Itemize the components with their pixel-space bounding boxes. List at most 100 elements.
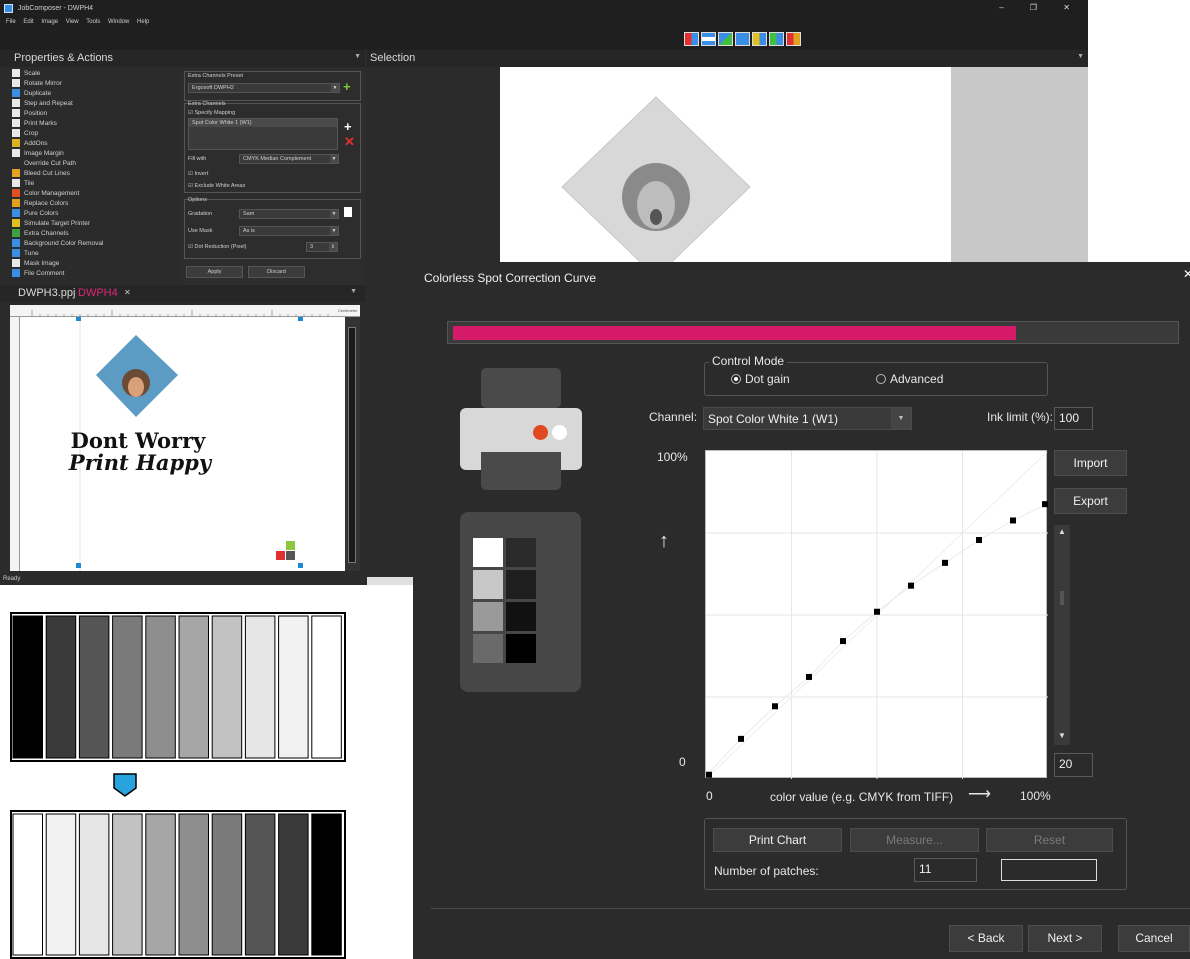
window-controls[interactable]: – ❐ ✕	[999, 3, 1082, 12]
menu-view[interactable]: View	[66, 19, 79, 25]
back-button[interactable]: < Back	[949, 925, 1023, 952]
action-item[interactable]: Step and Repeat	[12, 98, 73, 108]
action-icon	[12, 139, 20, 147]
curve-point[interactable]	[908, 582, 914, 589]
document-canvas[interactable]: Dont Worry Print Happy	[20, 317, 345, 571]
remove-channel-icon[interactable]: ✕	[344, 134, 355, 150]
action-item[interactable]: File Comment	[12, 268, 64, 278]
action-item[interactable]: Tune	[12, 248, 39, 258]
curve-point[interactable]	[976, 537, 982, 544]
specify-mapping-checkbox[interactable]: ☑ Specify Mapping	[188, 110, 235, 116]
chevron-down-icon[interactable]: ▼	[1077, 53, 1084, 60]
action-item[interactable]: Crop	[12, 128, 38, 138]
menu-window[interactable]: Window	[108, 19, 129, 25]
discard-button[interactable]: Discard	[248, 266, 305, 278]
close-icon[interactable]: ✕	[1183, 267, 1190, 281]
preview-icon[interactable]	[735, 32, 750, 46]
exclude-white-checkbox[interactable]: ☑ Exclude White Areas	[188, 183, 245, 189]
selection-handle[interactable]	[298, 317, 303, 321]
curve-point[interactable]	[738, 735, 744, 742]
scroll-down-icon[interactable]: ▼	[1058, 731, 1066, 740]
gradation-select[interactable]: Sam ▼	[239, 209, 339, 219]
use-mask-value: As is	[243, 228, 255, 234]
scroll-value-input[interactable]: 20	[1054, 753, 1093, 777]
add-channel-icon[interactable]: +	[344, 119, 352, 134]
next-button[interactable]: Next >	[1028, 925, 1102, 952]
action-item[interactable]: Simulate Target Printer	[12, 218, 90, 228]
action-item[interactable]: AddOns	[12, 138, 48, 148]
chevron-down-icon[interactable]: ▼	[350, 288, 357, 295]
close-icon[interactable]: ✕	[124, 288, 131, 297]
cancel-button[interactable]: Cancel	[1118, 925, 1190, 952]
print-chart-button[interactable]: Print Chart	[713, 828, 842, 852]
action-item[interactable]: Rotate Mirror	[12, 78, 62, 88]
document-scrollbar[interactable]	[345, 317, 360, 571]
action-item[interactable]: Override Cut Path	[12, 158, 76, 168]
measure-button[interactable]: Measure...	[850, 828, 979, 852]
dot-gain-radio[interactable]: Dot gain	[731, 372, 790, 386]
menu-help[interactable]: Help	[137, 19, 149, 25]
menu-tools[interactable]: Tools	[86, 19, 100, 25]
curve-point[interactable]	[942, 559, 948, 566]
curve-point[interactable]	[874, 608, 880, 615]
dot-reduction-checkbox[interactable]: ☑ Dot Reduction (Pixel)	[188, 244, 246, 250]
action-item[interactable]: Bleed Cut Lines	[12, 168, 70, 178]
chevron-down-icon[interactable]: ▼	[354, 53, 361, 60]
curve-scrollbar[interactable]: ▲ ▼	[1054, 525, 1070, 745]
stepper-arrows-icon[interactable]: ⇕	[329, 243, 337, 251]
selection-handle[interactable]	[298, 563, 303, 568]
color-icon[interactable]	[786, 32, 801, 46]
action-item[interactable]: Tile	[12, 178, 34, 188]
menu-image[interactable]: Image	[41, 19, 58, 25]
patches-input[interactable]: 11	[914, 858, 977, 882]
scroll-up-icon[interactable]: ▲	[1058, 527, 1066, 536]
edit-gradation-icon[interactable]	[344, 207, 352, 217]
menu-file[interactable]: File	[6, 19, 16, 25]
channels-icon[interactable]	[701, 32, 716, 46]
scroll-thumb[interactable]	[1060, 591, 1064, 605]
action-item[interactable]: Scale	[12, 68, 40, 78]
action-item[interactable]: Replace Colors	[12, 198, 68, 208]
curve-point[interactable]	[806, 673, 812, 680]
edit-icon[interactable]	[718, 32, 733, 46]
action-item[interactable]: Color Management	[12, 188, 79, 198]
curve-point[interactable]	[706, 771, 712, 778]
action-item[interactable]: Duplicate	[12, 88, 51, 98]
print-icon[interactable]	[769, 32, 784, 46]
curve-graph[interactable]	[705, 450, 1048, 779]
ink-limit-input[interactable]: 100	[1054, 407, 1093, 430]
invert-checkbox[interactable]: ☑ Invert	[188, 171, 208, 177]
menu-edit[interactable]: Edit	[23, 19, 33, 25]
action-item[interactable]: Pure Colors	[12, 208, 58, 218]
reset-button[interactable]: Reset	[986, 828, 1113, 852]
use-mask-select[interactable]: As is ▼	[239, 226, 339, 236]
channels-listbox[interactable]: Spot Color White 1 (W1)	[188, 118, 338, 150]
preset-select[interactable]: Ergosoft DWPH2 ▼	[188, 83, 340, 93]
channel-list-item[interactable]: Spot Color White 1 (W1)	[189, 119, 337, 127]
curve-point[interactable]	[840, 638, 846, 645]
fill-with-select[interactable]: CMYK Median Complement ▼	[239, 154, 339, 164]
tab-dwph4[interactable]: DWPH4	[78, 287, 118, 299]
add-preset-icon[interactable]: +	[343, 79, 351, 94]
action-item[interactable]: Print Marks	[12, 118, 57, 128]
advanced-radio[interactable]: Advanced	[876, 372, 943, 386]
curve-point[interactable]	[772, 703, 778, 710]
image-icon[interactable]	[752, 32, 767, 46]
curve-point[interactable]	[1042, 501, 1048, 508]
selection-handle[interactable]	[76, 317, 81, 321]
selection-handle[interactable]	[76, 563, 81, 568]
action-item[interactable]: Extra Channels	[12, 228, 68, 238]
action-item[interactable]: Position	[12, 108, 47, 118]
channel-select[interactable]: Spot Color White 1 (W1) ▼	[703, 407, 912, 430]
action-item[interactable]: Image Margin	[12, 148, 64, 158]
layout-icon[interactable]	[684, 32, 699, 46]
action-item[interactable]: Mask Image	[12, 258, 59, 268]
tab-dwph3[interactable]: DWPH3.ppj	[18, 287, 75, 299]
export-button[interactable]: Export	[1054, 488, 1127, 514]
curve-point[interactable]	[1010, 517, 1016, 524]
apply-button[interactable]: Apply	[186, 266, 243, 278]
scroll-thumb[interactable]	[348, 327, 356, 563]
dot-reduction-stepper[interactable]: 3 ⇕	[306, 242, 338, 252]
action-item[interactable]: Background Color Removal	[12, 238, 103, 248]
import-button[interactable]: Import	[1054, 450, 1127, 476]
